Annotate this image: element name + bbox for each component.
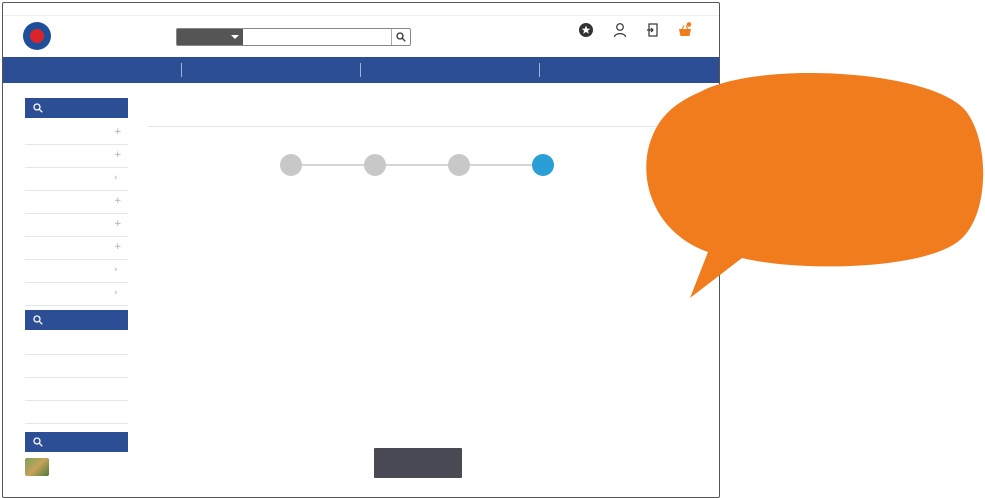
sidebar-item[interactable]: +: [25, 145, 128, 168]
sidebar-price-item[interactable]: [25, 332, 128, 355]
sidebar-header-1: [25, 98, 128, 118]
plus-icon: +: [114, 150, 122, 160]
search-input[interactable]: [244, 29, 390, 45]
global-nav: [3, 57, 719, 83]
plus-icon: +: [114, 219, 122, 229]
top-info-strip: [3, 3, 719, 16]
logout-icon: [647, 23, 658, 37]
logout-link[interactable]: [640, 20, 666, 56]
search-bar: [176, 28, 411, 46]
favorites-icon: [579, 23, 593, 37]
title-divider: [148, 126, 668, 127]
thank-you-heading: [285, 238, 555, 284]
cart-icon: [679, 22, 692, 36]
header-icon-group: [565, 20, 715, 56]
site-header: [3, 16, 719, 57]
order-number: [328, 375, 508, 389]
sidebar-item[interactable]: +: [25, 237, 128, 260]
step-1-circle: [280, 154, 302, 176]
plus-icon: +: [114, 242, 122, 252]
main-content: [148, 98, 718, 497]
sidebar-price-item[interactable]: [25, 355, 128, 378]
search-icon: [33, 437, 43, 447]
logo-mark-icon: [23, 22, 51, 50]
nav-item-4[interactable]: [540, 57, 719, 83]
favorites-link[interactable]: [573, 20, 599, 56]
search-category-select[interactable]: [177, 29, 243, 45]
mypage-link[interactable]: [607, 20, 633, 56]
page-title: [148, 104, 348, 122]
mypage-icon: [613, 23, 627, 38]
sidebar-item[interactable]: ›: [25, 168, 128, 191]
logo-wordmark: [55, 28, 147, 46]
nav-item-1[interactable]: [3, 57, 181, 83]
step-2-circle: [364, 154, 386, 176]
search-icon: [396, 32, 406, 42]
plus-icon: +: [114, 127, 122, 137]
recent-item-thumbnail[interactable]: [25, 458, 49, 476]
sidebar-item[interactable]: ›: [25, 283, 128, 306]
confirmation-message: [288, 302, 558, 348]
sidebar-price-item[interactable]: [25, 378, 128, 401]
chevron-right-icon: ›: [114, 173, 118, 183]
site-logo[interactable]: [23, 20, 147, 54]
browser-page: + + › + + + › ›: [2, 2, 720, 498]
plus-icon: +: [114, 196, 122, 206]
search-icon: [33, 103, 43, 113]
sidebar-item[interactable]: +: [25, 191, 128, 214]
sidebar-item[interactable]: +: [25, 122, 128, 145]
nav-item-3[interactable]: [361, 57, 539, 83]
cart-link[interactable]: [672, 20, 698, 56]
steps-connector: [293, 164, 543, 166]
search-button[interactable]: [391, 29, 410, 45]
nav-item-2[interactable]: [182, 57, 360, 83]
search-icon: [33, 315, 43, 325]
sidebar-header-2: [25, 310, 128, 330]
sidebar-header-3: [25, 432, 128, 452]
sidebar-item[interactable]: ›: [25, 260, 128, 283]
step-4-circle: [532, 154, 554, 176]
chevron-right-icon: ›: [114, 288, 118, 298]
sidebar-item[interactable]: +: [25, 214, 128, 237]
step-3-circle: [448, 154, 470, 176]
sidebar: + + › + + + › ›: [25, 98, 128, 488]
sidebar-price-item[interactable]: [25, 401, 128, 424]
chevron-right-icon: ›: [114, 265, 118, 275]
top-page-button[interactable]: [374, 448, 462, 478]
payment-info: [283, 405, 483, 441]
